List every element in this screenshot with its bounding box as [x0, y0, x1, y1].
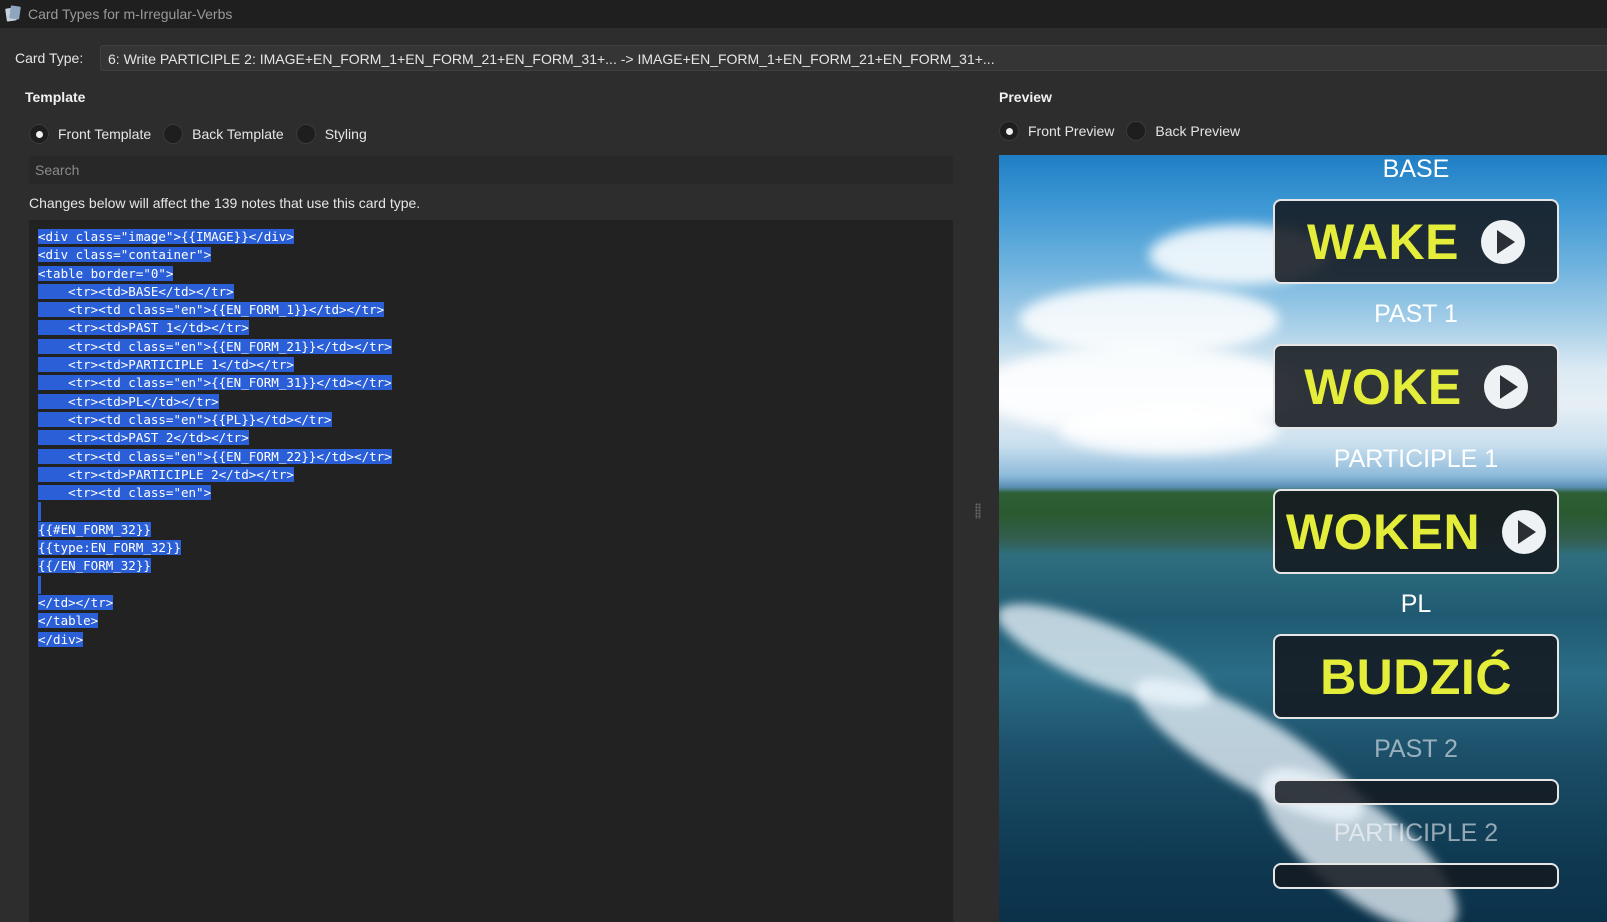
code-line-text: <tr><td>PARTICIPLE 1</td></tr> [38, 357, 294, 373]
code-line-text: <table border="0"> [38, 265, 174, 281]
cloud-shape [1059, 405, 1279, 455]
code-line: <tr><td>PAST 2</td></tr> [38, 429, 953, 447]
code-line: <tr><td>BASE</td></tr> [38, 283, 953, 301]
code-line: {{#EN_FORM_32}} [38, 521, 953, 539]
radio-back-preview[interactable]: Back Preview [1126, 121, 1240, 141]
field-value-word: BUDZIĆ [1320, 648, 1512, 705]
card-fields-table: BASE WAKE PAST 1 WOKE PARTICIPLE 1 WOKEN PL BUD… [1273, 155, 1559, 903]
notes-affected-notice: Changes below will affect the 139 notes … [29, 195, 421, 211]
preview-section-title: Preview [999, 89, 1052, 105]
code-line: <tr><td class="en">{{EN_FORM_31}}</td></… [38, 374, 953, 392]
field-label: PAST 1 [1374, 300, 1458, 328]
field-value-box: WAKE [1273, 199, 1559, 284]
code-line-text: {{/EN_FORM_32}} [38, 558, 151, 574]
play-audio-icon[interactable] [1481, 219, 1525, 264]
app-cards-icon [5, 5, 21, 22]
title-bar: Card Types for m-Irregular-Verbs [0, 0, 1607, 28]
field-label: BASE [1382, 155, 1450, 183]
card-type-label: Card Type: [15, 50, 84, 66]
radio-button-icon[interactable] [295, 124, 316, 144]
code-line: </div> [38, 631, 953, 649]
code-line-text: </table> [38, 613, 99, 629]
code-line: <tr><td>PARTICIPLE 1</td></tr> [38, 356, 953, 374]
code-line: <tr><td class="en">{{EN_FORM_1}}</td></t… [38, 301, 953, 319]
field-label: PARTICIPLE 1 [1333, 445, 1499, 473]
radio-front-template[interactable]: Front Template [29, 124, 151, 144]
code-line: <tr><td class="en">{{EN_FORM_21}}</td></… [38, 338, 953, 356]
radio-button-checked-icon[interactable] [999, 121, 1019, 141]
code-line: <tr><td class="en">{{PL}}</td></tr> [38, 411, 953, 429]
radio-styling-label: Styling [324, 126, 367, 142]
field-value-box: BUDZIĆ [1273, 634, 1559, 719]
field-value-word: WAKE [1307, 213, 1459, 270]
type-answer-input[interactable] [1273, 863, 1559, 889]
code-line: <tr><td>PARTICIPLE 2</td></tr> [38, 466, 953, 484]
card-preview: BASE WAKE PAST 1 WOKE PARTICIPLE 1 WOKEN PL BUD… [999, 155, 1607, 922]
field-label: PAST 2 [1374, 735, 1458, 763]
code-line: </table> [38, 612, 953, 630]
code-line: <table border="0"> [38, 265, 953, 283]
type-answer-input[interactable] [1273, 779, 1559, 805]
code-line: {{/EN_FORM_32}} [38, 557, 953, 575]
code-line-text: <tr><td>PAST 2</td></tr> [38, 430, 249, 446]
code-line: <tr><td>PL</td></tr> [38, 393, 953, 411]
template-section-title: Template [25, 89, 86, 105]
field-value-word: WOKE [1304, 358, 1462, 415]
code-line-text: <tr><td>PL</td></tr> [38, 393, 219, 409]
code-line-text: <tr><td class="en">{{EN_FORM_21}}</td></… [38, 338, 392, 354]
splitter-handle[interactable] [975, 503, 981, 519]
radio-button-icon[interactable] [163, 124, 184, 144]
card-type-select[interactable]: 6: Write PARTICIPLE 2: IMAGE+EN_FORM_1+E… [100, 45, 1607, 71]
radio-front-preview-label: Front Preview [1028, 123, 1115, 139]
code-line: <tr><td class="en">{{EN_FORM_22}}</td></… [38, 448, 953, 466]
code-line-text: <tr><td>PAST 1</td></tr> [38, 320, 249, 336]
window-title: Card Types for m-Irregular-Verbs [28, 6, 233, 22]
field-value-word: WOKEN [1285, 503, 1481, 560]
code-line: <div class="image">{{IMAGE}}</div> [38, 228, 953, 246]
field-value-box: WOKE [1273, 344, 1559, 429]
code-line-text: </div> [38, 631, 84, 647]
play-audio-icon[interactable] [1483, 364, 1528, 409]
code-line-text: <div class="container"> [38, 247, 212, 263]
code-line: {{type:EN_FORM_32}} [38, 539, 953, 557]
code-line: </td></tr> [38, 594, 953, 612]
preview-mode-radios: Front Preview Back Preview [999, 121, 1252, 141]
code-line-text [38, 502, 41, 521]
code-line [38, 502, 953, 521]
radio-button-checked-icon[interactable] [29, 124, 49, 144]
code-line-text: <tr><td class="en">{{EN_FORM_31}}</td></… [38, 375, 392, 391]
code-line-text: <div class="image">{{IMAGE}}</div> [38, 229, 294, 244]
radio-front-template-label: Front Template [58, 126, 152, 142]
code-line-text: <tr><td class="en">{{EN_FORM_22}}</td></… [38, 448, 392, 464]
code-line-text: </td></tr> [38, 594, 114, 610]
template-mode-radios: Front Template Back Template Styling [29, 124, 379, 144]
radio-back-template[interactable]: Back Template [163, 124, 284, 144]
radio-back-template-label: Back Template [192, 126, 284, 142]
radio-styling[interactable]: Styling [295, 124, 367, 144]
code-line-text: <tr><td class="en">{{PL}}</td></tr> [38, 411, 332, 427]
code-line-text: {{type:EN_FORM_32}} [38, 540, 181, 556]
radio-button-icon[interactable] [1126, 121, 1147, 141]
code-line: <tr><td>PAST 1</td></tr> [38, 319, 953, 337]
code-line-text: {{#EN_FORM_32}} [38, 521, 151, 537]
code-line-text: <tr><td>BASE</td></tr> [38, 283, 234, 299]
template-code-editor[interactable]: <div class="image">{{IMAGE}}</div> <div c… [29, 220, 953, 922]
field-label: PARTICIPLE 2 [1333, 819, 1499, 847]
code-line: <div class="container"> [38, 246, 953, 264]
code-line: <tr><td class="en"> [38, 484, 953, 502]
code-line-text [38, 575, 41, 594]
code-line-text: <tr><td class="en">{{EN_FORM_1}}</td></t… [38, 302, 385, 318]
code-line [38, 575, 953, 594]
play-audio-icon[interactable] [1502, 509, 1547, 554]
radio-front-preview[interactable]: Front Preview [999, 121, 1114, 141]
field-label: PL [1400, 590, 1432, 618]
radio-back-preview-label: Back Preview [1155, 123, 1241, 139]
template-search-input[interactable] [29, 156, 953, 184]
field-value-box: WOKEN [1273, 489, 1559, 574]
code-line-text: <tr><td>PARTICIPLE 2</td></tr> [38, 466, 294, 482]
code-line-text: <tr><td class="en"> [38, 485, 212, 501]
